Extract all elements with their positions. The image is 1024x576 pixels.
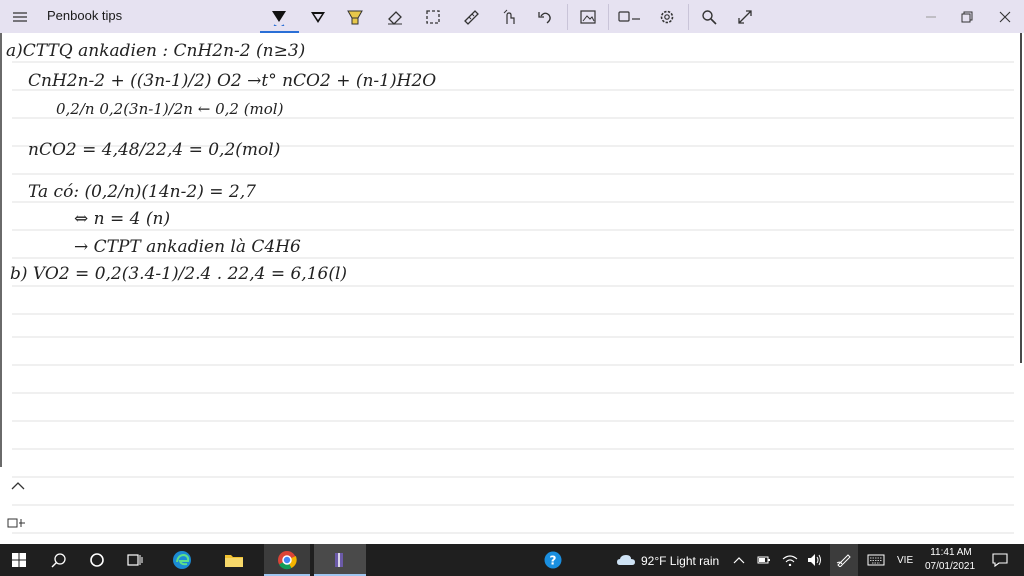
clock-time[interactable]: 11:41 AM (922, 547, 980, 558)
wifi-icon[interactable] (780, 544, 800, 576)
highlighter-icon[interactable] (340, 0, 370, 33)
note-line: → CTPT ankadien là C4H6 (74, 237, 301, 257)
pen-icon[interactable] (264, 0, 294, 33)
penbook-icon[interactable] (324, 544, 356, 576)
app-window: Penbook tips a)CTTQ ankadien: CnH2n-2 (… (0, 0, 1024, 576)
chevron-up-icon[interactable] (11, 482, 25, 490)
menu-icon[interactable] (8, 0, 32, 33)
side-controls (7, 482, 25, 528)
page-add-icon[interactable] (7, 518, 25, 528)
clock-date[interactable]: 07/01/2021 (920, 561, 980, 572)
note-line: ⇔ n = 4 (n) (74, 209, 170, 229)
keyboard-icon[interactable] (864, 544, 888, 576)
note-line: a)CTTQ ankadien : CnH2n-2 (n≥3) (6, 41, 305, 61)
toolbar-separator (608, 4, 609, 30)
handwritten-notes: a)CTTQ ankadien : CnH2n-2 (n≥3) CnH2n-2 … (6, 41, 436, 284)
note-line: nCO2 = 4,48/22,4 = 0,2(mol) (28, 140, 280, 160)
task-view-icon[interactable] (122, 544, 148, 576)
start-icon[interactable] (6, 544, 32, 576)
volume-icon[interactable] (805, 544, 825, 576)
settings-icon[interactable] (652, 0, 682, 33)
help-icon[interactable]: ? (540, 544, 566, 576)
toolbar-separator (688, 4, 689, 30)
note-line: 0,2/n 0,2(3n-1)/2n ← 0,2 (mol) (56, 100, 284, 118)
close-icon[interactable] (990, 0, 1020, 33)
svg-text:?: ? (550, 554, 557, 568)
input-language[interactable]: VIE (897, 555, 913, 566)
note-line: Ta có: (0,2/n)(14n-2) = 2,7 (28, 182, 256, 202)
weather-text[interactable]: 92°F Light rain (641, 554, 719, 568)
taskbar: ? 92°F Light rain VIE 11:41 AM 07/01/202… (0, 544, 1024, 576)
edge-icon[interactable] (166, 544, 198, 576)
maximize-icon[interactable] (952, 0, 982, 33)
cortana-icon[interactable] (84, 544, 110, 576)
eraser-icon[interactable] (380, 0, 410, 33)
chevron-up-icon[interactable] (730, 544, 748, 576)
weather-cloud-icon (614, 544, 638, 576)
undo-icon[interactable] (530, 0, 560, 33)
pen-workspace-icon[interactable] (830, 544, 858, 576)
lasso-select-icon[interactable] (418, 0, 448, 33)
minimize-icon[interactable] (916, 0, 946, 33)
ruler-icon[interactable] (456, 0, 486, 33)
insert-image-icon[interactable] (573, 0, 603, 33)
search-icon[interactable] (46, 544, 72, 576)
title-bar: Penbook tips (0, 0, 1024, 33)
battery-icon[interactable] (754, 544, 774, 576)
toolbar-separator (567, 4, 568, 30)
shape-icon[interactable] (614, 0, 646, 33)
app-title: Penbook tips (47, 8, 123, 23)
touch-write-icon[interactable] (494, 0, 524, 33)
search-icon[interactable] (694, 0, 724, 33)
file-explorer-icon[interactable] (218, 544, 250, 576)
notifications-icon[interactable] (988, 544, 1012, 576)
note-line: CnH2n-2 + ((3n-1)/2) O2 →t° nCO2 + (n-1)… (28, 71, 436, 91)
notebook-page[interactable]: a)CTTQ ankadien : CnH2n-2 (n≥3) CnH2n-2 … (0, 33, 1024, 544)
note-line: b) VO2 = 0,2(3.4-1)/2.4 . 22,4 = 6,16(l) (10, 264, 347, 284)
chrome-icon[interactable] (271, 544, 303, 576)
pen-outline-icon[interactable] (303, 0, 333, 33)
expand-icon[interactable] (730, 0, 760, 33)
